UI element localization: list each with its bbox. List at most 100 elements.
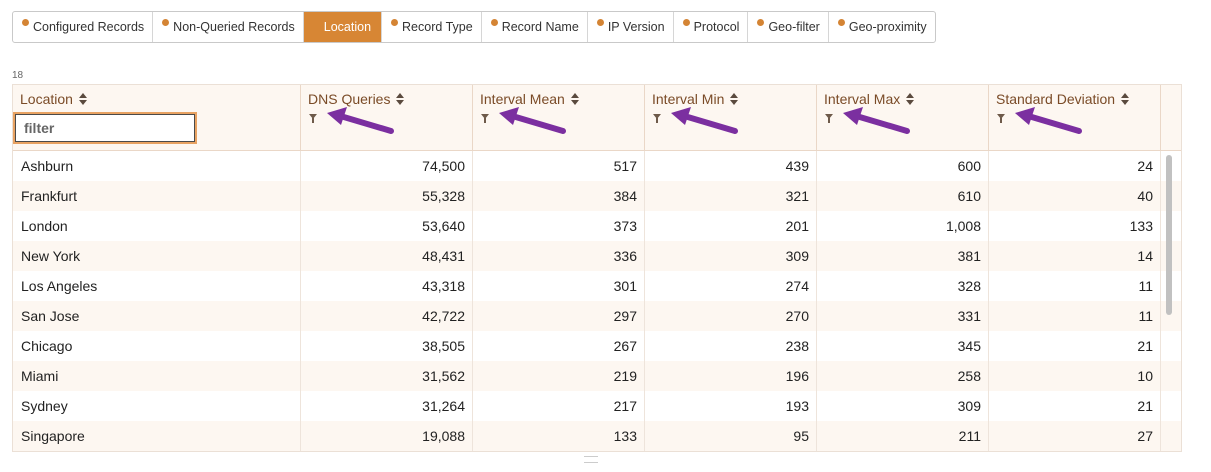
tab-record-name[interactable]: Record Name: [482, 12, 588, 42]
location-cell: London: [13, 211, 301, 241]
filter-icon[interactable]: [481, 114, 489, 123]
annotation-arrow-icon: [671, 107, 738, 134]
tab-location[interactable]: Location: [303, 12, 383, 42]
interval-mean-cell: 217: [473, 391, 645, 421]
table-row[interactable]: Los Angeles 43,318 301 274 328 11: [13, 271, 1181, 301]
interval-mean-cell: 133: [473, 421, 645, 451]
location-cell: Frankfurt: [13, 181, 301, 211]
interval-min-cell: 95: [645, 421, 817, 451]
std-dev-cell: 27: [989, 421, 1161, 451]
tab-non-queried-records[interactable]: Non-Queried Records: [153, 12, 304, 42]
tab-geo-proximity[interactable]: Geo-proximity: [829, 12, 935, 42]
column-header-interval-max[interactable]: Interval Max: [817, 85, 989, 150]
column-title: Location: [20, 91, 73, 107]
tab-record-type[interactable]: Record Type: [382, 12, 482, 42]
sort-icon[interactable]: [730, 93, 739, 105]
std-dev-cell: 14: [989, 241, 1161, 271]
dns-queries-cell: 55,328: [301, 181, 473, 211]
interval-mean-cell: 301: [473, 271, 645, 301]
tab-geo-filter[interactable]: Geo-filter: [748, 12, 829, 42]
tab-dot-icon: [22, 19, 29, 26]
interval-mean-cell: 219: [473, 361, 645, 391]
location-cell: Sydney: [13, 391, 301, 421]
interval-min-cell: 193: [645, 391, 817, 421]
table-row[interactable]: Chicago 38,505 267 238 345 21: [13, 331, 1181, 361]
interval-min-cell: 270: [645, 301, 817, 331]
location-cell: Singapore: [13, 421, 301, 451]
sort-icon[interactable]: [396, 93, 405, 105]
tab-label: Configured Records: [33, 20, 145, 34]
tab-dot-icon: [490, 19, 498, 26]
tab-dot-icon: [391, 19, 399, 26]
column-header-standard-deviation[interactable]: Standard Deviation: [989, 85, 1161, 150]
std-dev-cell: 133: [989, 211, 1161, 241]
row-count: 18: [12, 70, 24, 81]
table-row[interactable]: Singapore 19,088 133 95 211 27: [13, 421, 1181, 451]
filter-icon[interactable]: [997, 114, 1005, 123]
sort-icon[interactable]: [570, 93, 579, 105]
interval-max-cell: 309: [817, 391, 989, 421]
std-dev-cell: 11: [989, 271, 1161, 301]
filter-icon[interactable]: [309, 114, 317, 123]
dns-queries-cell: 31,562: [301, 361, 473, 391]
dns-queries-cell: 74,500: [301, 151, 473, 181]
tab-label: Geo-proximity: [848, 20, 927, 34]
interval-mean-cell: 517: [473, 151, 645, 181]
location-cell: Los Angeles: [13, 271, 301, 301]
table-row[interactable]: San Jose 42,722 297 270 331 11: [13, 301, 1181, 331]
sort-icon[interactable]: [906, 93, 915, 105]
tab-label: Record Type: [402, 20, 473, 34]
tab-label: Non-Queried Records: [173, 20, 295, 34]
location-cell: Ashburn: [13, 151, 301, 181]
interval-max-cell: 610: [817, 181, 989, 211]
std-dev-cell: 10: [989, 361, 1161, 391]
column-header-interval-mean[interactable]: Interval Mean: [473, 85, 645, 150]
interval-min-cell: 439: [645, 151, 817, 181]
table-row[interactable]: Ashburn 74,500 517 439 600 24: [13, 151, 1181, 181]
interval-min-cell: 274: [645, 271, 817, 301]
interval-max-cell: 600: [817, 151, 989, 181]
column-header-interval-min[interactable]: Interval Min: [645, 85, 817, 150]
annotation-arrow-icon: [1015, 107, 1082, 134]
table-row[interactable]: Miami 31,562 219 196 258 10: [13, 361, 1181, 391]
table-row[interactable]: London 53,640 373 201 1,008 133: [13, 211, 1181, 241]
filter-icon[interactable]: [653, 114, 661, 123]
std-dev-cell: 24: [989, 151, 1161, 181]
column-title: DNS Queries: [308, 91, 391, 107]
column-header-dns-queries[interactable]: DNS Queries: [301, 85, 473, 150]
resize-handle[interactable]: [584, 456, 598, 463]
filter-icon[interactable]: [825, 114, 833, 123]
column-header-location[interactable]: Location: [13, 85, 301, 150]
location-cell: Chicago: [13, 331, 301, 361]
tab-label: IP Version: [607, 20, 665, 34]
tab-dot-icon: [682, 19, 690, 26]
interval-mean-cell: 373: [473, 211, 645, 241]
tab-label: Record Name: [501, 20, 579, 34]
table-row[interactable]: New York 48,431 336 309 381 14: [13, 241, 1181, 271]
scrollbar-thumb[interactable]: [1166, 155, 1172, 315]
tab-configured-records[interactable]: Configured Records: [13, 12, 154, 42]
table-row[interactable]: Frankfurt 55,328 384 321 610 40: [13, 181, 1181, 211]
dns-queries-cell: 43,318: [301, 271, 473, 301]
dns-queries-cell: 31,264: [301, 391, 473, 421]
tab-protocol[interactable]: Protocol: [674, 12, 749, 42]
dns-queries-cell: 42,722: [301, 301, 473, 331]
sort-icon[interactable]: [1121, 93, 1130, 105]
location-filter-input[interactable]: [15, 114, 195, 142]
column-title: Standard Deviation: [996, 91, 1116, 107]
interval-mean-cell: 384: [473, 181, 645, 211]
column-title: Interval Max: [824, 91, 901, 107]
sort-icon[interactable]: [78, 93, 87, 105]
dns-queries-cell: 38,505: [301, 331, 473, 361]
annotation-arrow-icon: [327, 107, 394, 134]
interval-max-cell: 1,008: [817, 211, 989, 241]
interval-min-cell: 196: [645, 361, 817, 391]
annotation-arrow-icon: [499, 107, 566, 134]
tab-ip-version[interactable]: IP Version: [588, 12, 674, 42]
vertical-scrollbar[interactable]: [1161, 151, 1181, 451]
table-row[interactable]: Sydney 31,264 217 193 309 21: [13, 391, 1181, 421]
interval-mean-cell: 297: [473, 301, 645, 331]
column-title: Interval Min: [652, 91, 725, 107]
interval-max-cell: 211: [817, 421, 989, 451]
location-cell: Miami: [13, 361, 301, 391]
